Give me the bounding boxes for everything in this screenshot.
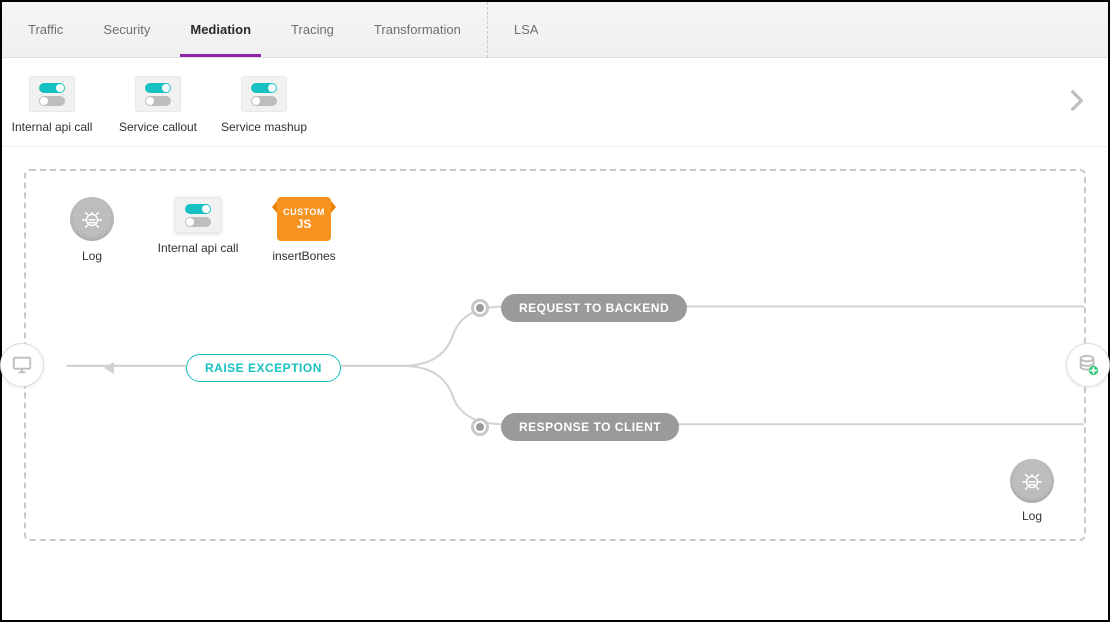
node-log-response[interactable]: Log xyxy=(1010,459,1054,523)
custom-js-badge-top: CUSTOM xyxy=(283,207,325,217)
tab-lsa[interactable]: LSA xyxy=(494,2,559,57)
tab-security[interactable]: Security xyxy=(83,2,170,57)
tab-divider xyxy=(487,2,488,58)
tab-bar: Traffic Security Mediation Tracing Trans… xyxy=(2,2,1108,58)
bug-icon xyxy=(1010,459,1054,503)
response-junction-dot xyxy=(471,418,489,436)
node-internal-api-call[interactable]: Internal api call xyxy=(154,197,242,263)
node-log[interactable]: Log xyxy=(48,197,136,263)
response-to-client-label[interactable]: RESPONSE TO CLIENT xyxy=(501,413,679,441)
bug-icon xyxy=(70,197,114,241)
request-junction-dot xyxy=(471,299,489,317)
monitor-icon xyxy=(11,354,33,376)
chevron-right-icon xyxy=(1064,88,1090,114)
tab-mediation[interactable]: Mediation xyxy=(170,2,271,57)
palette-row: Internal api call Service callout Servic… xyxy=(2,58,1108,147)
toggle-icon xyxy=(175,197,221,233)
backend-endpoint[interactable] xyxy=(1066,343,1110,387)
node-label: Internal api call xyxy=(158,241,239,255)
toggle-icon xyxy=(135,76,181,112)
custom-js-icon: CUSTOM JS xyxy=(277,197,331,241)
node-label: Log xyxy=(1022,509,1042,523)
palette-internal-api-call[interactable]: Internal api call xyxy=(8,76,96,134)
client-endpoint[interactable] xyxy=(0,343,44,387)
toggle-icon xyxy=(29,76,75,112)
node-insertbones[interactable]: CUSTOM JS insertBones xyxy=(260,197,348,263)
flow-canvas: Log Internal api call CUSTOM JS insertBo… xyxy=(24,169,1086,541)
palette-service-mashup[interactable]: Service mashup xyxy=(220,76,308,134)
custom-js-badge-main: JS xyxy=(297,217,312,231)
node-label: insertBones xyxy=(272,249,335,263)
raise-exception-label[interactable]: RAISE EXCEPTION xyxy=(186,354,341,382)
palette-label: Service callout xyxy=(119,120,197,134)
palette-scroll-right[interactable] xyxy=(1064,88,1090,117)
flow-canvas-wrap: Log Internal api call CUSTOM JS insertBo… xyxy=(2,147,1108,541)
node-label: Log xyxy=(82,249,102,263)
tab-tracing[interactable]: Tracing xyxy=(271,2,354,57)
request-to-backend-label[interactable]: REQUEST TO BACKEND xyxy=(501,294,687,322)
database-plus-icon xyxy=(1077,354,1099,376)
palette-label: Service mashup xyxy=(221,120,307,134)
toggle-icon xyxy=(241,76,287,112)
tab-traffic[interactable]: Traffic xyxy=(8,2,83,57)
tab-transformation[interactable]: Transformation xyxy=(354,2,481,57)
arrow-left-icon xyxy=(104,362,114,374)
palette-label: Internal api call xyxy=(12,120,93,134)
request-nodes: Log Internal api call CUSTOM JS insertBo… xyxy=(26,171,1084,263)
palette-service-callout[interactable]: Service callout xyxy=(114,76,202,134)
